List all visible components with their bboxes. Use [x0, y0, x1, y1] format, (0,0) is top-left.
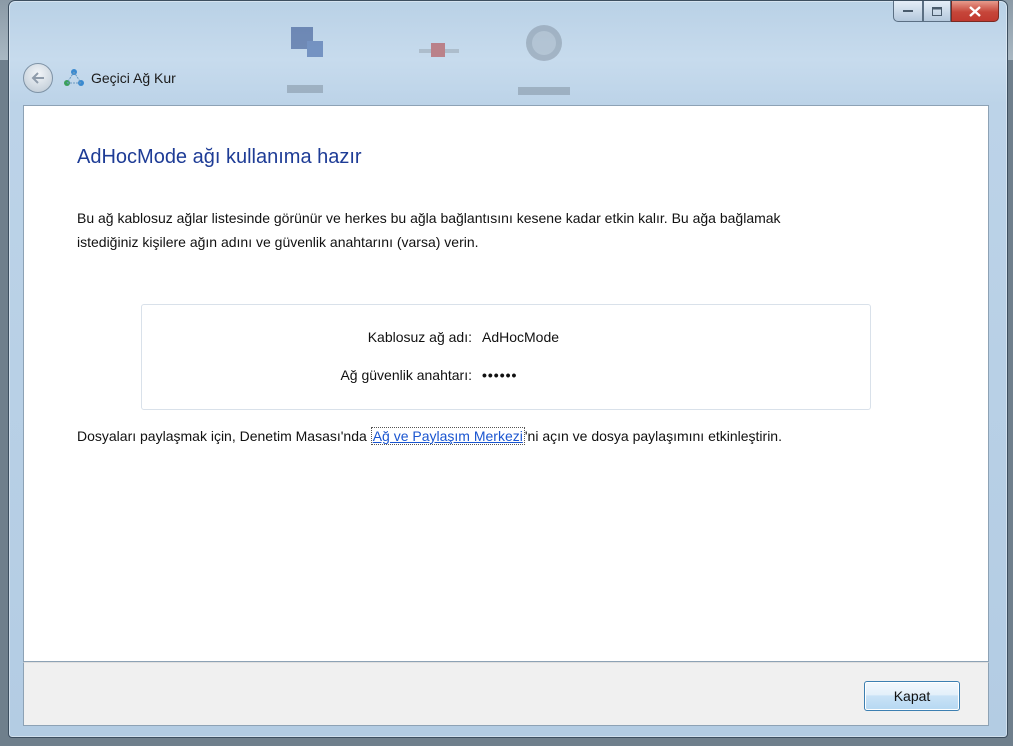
security-key-label: Ağ güvenlik anahtarı: [340, 367, 472, 383]
page-heading: AdHocMode ağı kullanıma hazır [77, 146, 362, 168]
ghost-disconnected-icon [419, 43, 459, 57]
ghost-computer-icon [287, 27, 323, 93]
network-sharing-center-link[interactable]: Ağ ve Paylaşım Merkezi [370, 427, 525, 445]
wizard-window: Geçici Ağ Kur AdHocMode ağı kullanıma ha… [8, 0, 1008, 738]
sharing-suffix: 'ni açın ve dosya paylaşımını etkinleşti… [524, 428, 782, 444]
navigation-bar: Geçici Ağ Kur [23, 63, 176, 93]
maximize-icon[interactable] [923, 1, 951, 22]
description-text: Bu ağ kablosuz ağlar listesinde görünür … [77, 210, 781, 250]
network-name-value: AdHocMode [482, 329, 560, 345]
minimize-icon[interactable] [893, 1, 923, 22]
window-title: Geçici Ağ Kur [91, 70, 176, 86]
footer-bar: Kapat [23, 662, 989, 726]
ghost-globe-icon [518, 25, 570, 95]
sharing-prefix: Dosyaları paylaşmak için, Denetim Masası… [77, 428, 371, 444]
network-info-box: Kablosuz ağ adı: AdHocMode Ağ güvenlik a… [141, 304, 871, 410]
adhoc-network-icon [64, 69, 84, 86]
content-panel: AdHocMode ağı kullanıma hazır Bu ağ kabl… [23, 105, 989, 662]
close-button[interactable]: Kapat [864, 681, 960, 711]
sharing-instructions: Dosyaları paylaşmak için, Denetim Masası… [77, 424, 857, 448]
network-name-label: Kablosuz ağ adı: [367, 329, 472, 345]
close-icon[interactable] [951, 1, 999, 22]
caption-buttons [893, 1, 999, 23]
security-key-value: •••••• [482, 367, 518, 383]
back-arrow-icon[interactable] [23, 63, 53, 93]
